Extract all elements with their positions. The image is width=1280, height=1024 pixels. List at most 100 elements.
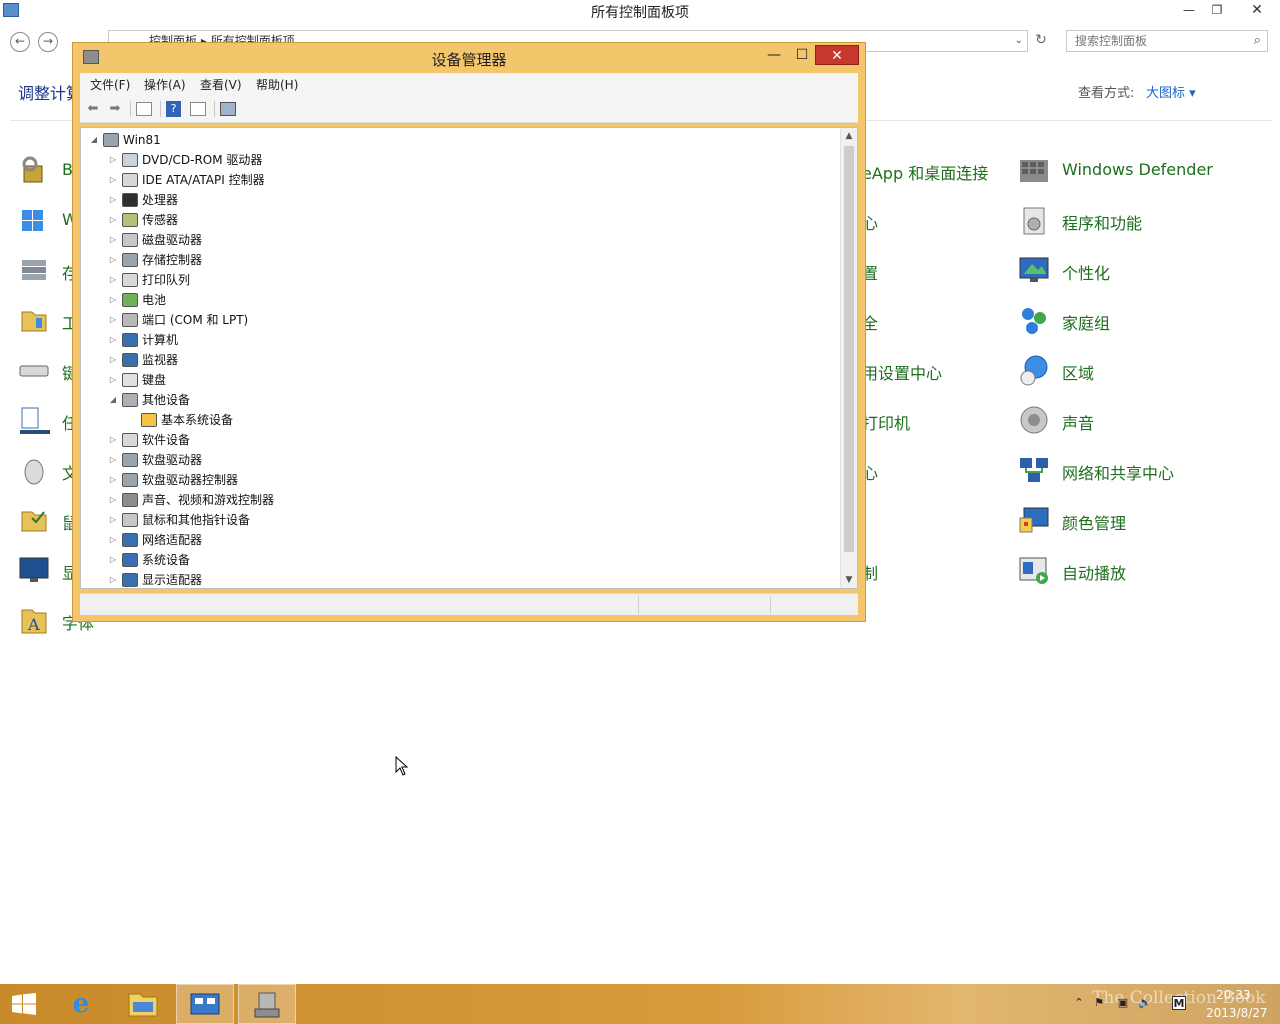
- properties-icon[interactable]: [190, 102, 206, 116]
- tray-show-hidden-icon[interactable]: ⌃: [1072, 996, 1086, 1010]
- start-button[interactable]: [0, 984, 58, 1024]
- tree-category[interactable]: ▷ DVD/CD-ROM 驱动器: [81, 150, 841, 170]
- refresh-icon[interactable]: ↻: [1030, 32, 1052, 52]
- scroll-down-icon[interactable]: ▼: [841, 572, 857, 588]
- cp-item-left-8[interactable]: 显: [18, 550, 78, 590]
- cp-item-left-7[interactable]: 鼠: [18, 500, 78, 540]
- back-arrow-icon[interactable]: ⬅: [84, 100, 102, 118]
- cp-item-personalization[interactable]: 个性化: [1018, 250, 1238, 290]
- tree-device[interactable]: 基本系统设备: [81, 410, 841, 430]
- device-manager-titlebar[interactable]: 设备管理器 — ☐ ✕: [73, 43, 865, 71]
- cp-item-middle-4[interactable]: 用设置中心: [862, 350, 952, 390]
- control-panel-maximize-button[interactable]: ❐: [1204, 0, 1230, 20]
- search-icon[interactable]: ⌕: [1254, 31, 1261, 51]
- menu-help[interactable]: 帮助(H): [256, 76, 298, 93]
- expand-arrow-icon[interactable]: ▷: [108, 270, 118, 290]
- tree-category[interactable]: ▷ 软件设备: [81, 430, 841, 450]
- expand-arrow-icon[interactable]: ▷: [108, 310, 118, 330]
- cp-item-color-management[interactable]: 颜色管理: [1018, 500, 1238, 540]
- address-dropdown-icon[interactable]: ⌄: [1015, 31, 1023, 51]
- expand-arrow-icon[interactable]: ▷: [108, 470, 118, 490]
- cp-item-autoplay[interactable]: 自动播放: [1018, 550, 1238, 590]
- expand-arrow-icon[interactable]: ▷: [108, 150, 118, 170]
- expand-arrow-icon[interactable]: ▷: [108, 510, 118, 530]
- scrollbar-thumb[interactable]: [844, 146, 854, 552]
- show-hide-tree-icon[interactable]: [136, 102, 152, 116]
- cp-item-homegroup[interactable]: 家庭组: [1018, 300, 1238, 340]
- menu-file[interactable]: 文件(F): [90, 76, 130, 93]
- tree-category[interactable]: ▷ 传感器: [81, 210, 841, 230]
- cp-item-middle-3[interactable]: 全: [862, 300, 892, 340]
- tree-category[interactable]: ▷ 存储控制器: [81, 250, 841, 270]
- tree-category[interactable]: ◢ 其他设备: [81, 390, 841, 410]
- tree-category[interactable]: ▷ 键盘: [81, 370, 841, 390]
- menu-view[interactable]: 查看(V): [200, 76, 242, 93]
- cp-item-left-0[interactable]: B: [18, 150, 78, 190]
- tree-category[interactable]: ▷ 声音、视频和游戏控制器: [81, 490, 841, 510]
- vertical-scrollbar[interactable]: ▲ ▼: [840, 128, 857, 588]
- cp-item-programs[interactable]: 程序和功能: [1018, 200, 1238, 240]
- expand-arrow-icon[interactable]: ▷: [108, 210, 118, 230]
- help-icon[interactable]: ?: [166, 101, 181, 117]
- view-by-dropdown[interactable]: 大图标 ▾: [1146, 82, 1196, 101]
- cp-item-region[interactable]: 区域: [1018, 350, 1238, 390]
- forward-arrow-icon[interactable]: ➡: [106, 100, 124, 118]
- action-center-flag-icon[interactable]: ⚑: [1092, 996, 1106, 1010]
- cp-item-left-5[interactable]: 任: [18, 400, 78, 440]
- ime-indicator[interactable]: M: [1172, 996, 1186, 1010]
- cp-item-middle-7[interactable]: 制: [862, 550, 892, 590]
- tree-category[interactable]: ▷ 显示适配器: [81, 570, 841, 588]
- cp-item-left-1[interactable]: W: [18, 200, 78, 240]
- tree-category[interactable]: ▷ IDE ATA/ATAPI 控制器: [81, 170, 841, 190]
- network-tray-icon[interactable]: ▣: [1116, 996, 1130, 1010]
- cp-item-windows-defender[interactable]: Windows Defender: [1018, 150, 1238, 190]
- expand-arrow-icon[interactable]: ▷: [108, 290, 118, 310]
- expand-arrow-icon[interactable]: ▷: [108, 530, 118, 550]
- cp-item-left-6[interactable]: 文: [18, 450, 78, 490]
- expand-arrow-icon[interactable]: ▷: [108, 230, 118, 250]
- cp-item-sound[interactable]: 声音: [1018, 400, 1238, 440]
- volume-icon[interactable]: 🔈: [1138, 996, 1152, 1010]
- tree-category[interactable]: ▷ 打印队列: [81, 270, 841, 290]
- device-manager-close-button[interactable]: ✕: [815, 45, 859, 65]
- taskbar-control-panel[interactable]: [176, 984, 234, 1024]
- taskbar-internet-explorer[interactable]: e: [52, 984, 110, 1024]
- tree-category[interactable]: ▷ 磁盘驱动器: [81, 230, 841, 250]
- cp-item-middle-6[interactable]: 心: [862, 450, 892, 490]
- cp-item-left-3[interactable]: 工: [18, 300, 78, 340]
- tree-root[interactable]: ◢ Win81: [81, 130, 841, 150]
- cp-item-middle-1[interactable]: 心: [862, 200, 892, 240]
- cp-item-middle-0[interactable]: eApp 和桌面连接: [862, 150, 1002, 190]
- tree-category[interactable]: ▷ 端口 (COM 和 LPT): [81, 310, 841, 330]
- tree-category[interactable]: ▷ 计算机: [81, 330, 841, 350]
- search-input[interactable]: 搜索控制面板 ⌕: [1066, 30, 1268, 52]
- tree-category[interactable]: ▷ 处理器: [81, 190, 841, 210]
- tree-category[interactable]: ▷ 电池: [81, 290, 841, 310]
- tree-category[interactable]: ▷ 系统设备: [81, 550, 841, 570]
- control-panel-minimize-button[interactable]: —: [1176, 0, 1202, 20]
- cp-item-middle-2[interactable]: 置: [862, 250, 892, 290]
- expand-arrow-icon[interactable]: ▷: [108, 430, 118, 450]
- expand-arrow-icon[interactable]: ▷: [108, 570, 118, 588]
- tree-category[interactable]: ▷ 网络适配器: [81, 530, 841, 550]
- cp-item-network-sharing[interactable]: 网络和共享中心: [1018, 450, 1238, 490]
- cp-item-middle-5[interactable]: 打印机: [862, 400, 922, 440]
- device-manager-maximize-button[interactable]: ☐: [789, 45, 815, 65]
- cp-item-left-4[interactable]: 键: [18, 350, 78, 390]
- expand-arrow-icon[interactable]: ▷: [108, 550, 118, 570]
- clock-date[interactable]: 2013/8/27: [1206, 1006, 1268, 1020]
- device-manager-minimize-button[interactable]: —: [761, 45, 787, 65]
- scan-hardware-icon[interactable]: [220, 102, 236, 116]
- scroll-up-icon[interactable]: ▲: [841, 128, 857, 144]
- menu-action[interactable]: 操作(A): [144, 76, 186, 93]
- taskbar-file-explorer[interactable]: [114, 984, 172, 1024]
- expand-arrow-icon[interactable]: ▷: [108, 190, 118, 210]
- taskbar-device-manager[interactable]: [238, 984, 296, 1024]
- expand-arrow-icon[interactable]: ▷: [108, 450, 118, 470]
- back-icon[interactable]: ←: [10, 32, 30, 52]
- expand-arrow-icon[interactable]: ▷: [108, 250, 118, 270]
- tree-category[interactable]: ▷ 软盘驱动器控制器: [81, 470, 841, 490]
- expand-arrow-icon[interactable]: ▷: [108, 330, 118, 350]
- forward-icon[interactable]: →: [38, 32, 58, 52]
- expand-arrow-icon[interactable]: ▷: [108, 490, 118, 510]
